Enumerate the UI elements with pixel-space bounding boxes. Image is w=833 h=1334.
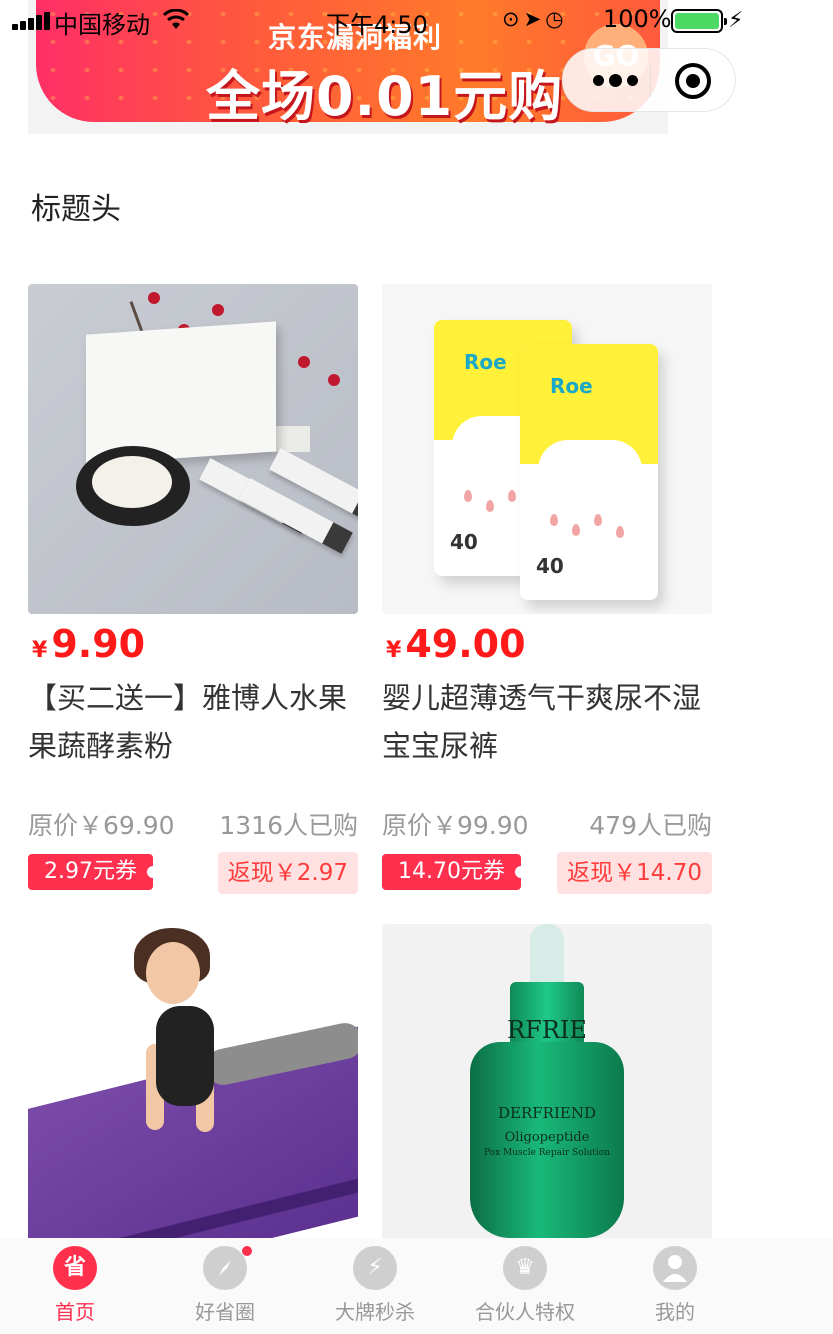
signal-icon — [12, 12, 50, 30]
diaper-image: Roe 40 Roe 40 — [382, 284, 712, 614]
crown-icon: ♛ — [503, 1246, 547, 1290]
notification-dot — [242, 1246, 252, 1256]
section-title: 标题头 — [31, 192, 121, 227]
serum-image: RFRIE DERFRIEND Oligopeptide Pox Muscle … — [382, 924, 712, 1254]
cashback-badge: 返现￥14.70 — [557, 852, 712, 894]
coupon-badge[interactable]: 14.70元券 — [382, 854, 527, 890]
price: ¥49.00 — [386, 622, 526, 666]
coupon-badge[interactable]: 2.97元券 — [28, 854, 159, 890]
carrier-label: 中国移动 — [54, 11, 150, 39]
alarm-clock-icon: ⚡ — [353, 1246, 397, 1290]
sold-count: 1316人已购 — [219, 811, 358, 840]
tab-mine[interactable]: 我的 — [600, 1238, 750, 1334]
sold-count: 479人已购 — [589, 811, 712, 840]
yoga-mat-image — [28, 924, 358, 1254]
battery-icon — [671, 9, 727, 33]
person-icon — [653, 1246, 697, 1290]
status-bar: 中国移动 下午4:50 ⊙➤◷ 100% ⚡ — [0, 0, 833, 40]
tab-label: 合伙人特权 — [475, 1300, 575, 1324]
clock-time: 下午4:50 — [326, 11, 428, 39]
miniprogram-capsule — [562, 48, 736, 112]
tab-label: 大牌秒杀 — [335, 1300, 415, 1324]
tab-label: 好省圈 — [195, 1300, 255, 1324]
product-title: 【买二送一】雅博人水果果蔬酵素粉 — [28, 681, 348, 763]
status-icons: ⊙➤◷ — [502, 7, 568, 31]
charging-icon: ⚡ — [728, 8, 744, 33]
tab-label: 首页 — [55, 1300, 95, 1324]
cashback-badge: 返现￥2.97 — [217, 852, 358, 894]
more-options-icon[interactable] — [581, 49, 649, 113]
enzyme-powder-image — [28, 284, 358, 614]
close-miniprogram-icon[interactable] — [675, 63, 711, 99]
tab-label: 我的 — [655, 1300, 695, 1324]
tab-circle[interactable]: 好省圈 — [150, 1238, 300, 1334]
price: ¥9.90 — [32, 622, 146, 666]
compass-icon — [203, 1246, 247, 1290]
tab-flash-sale[interactable]: ⚡ 大牌秒杀 — [300, 1238, 450, 1334]
location-icon: ➤ — [523, 7, 546, 31]
original-price: 原价￥99.90 — [382, 811, 529, 840]
banner-headline: 全场0.01元购 — [206, 65, 564, 128]
battery-percentage: 100% — [603, 5, 672, 33]
home-save-icon: 省 — [53, 1246, 97, 1290]
rotation-lock-icon: ⊙ — [502, 7, 524, 31]
original-price: 原价￥69.90 — [28, 811, 175, 840]
tab-bar: 省 首页 好省圈 ⚡ 大牌秒杀 ♛ 合伙人特权 我的 — [0, 1238, 833, 1334]
alarm-icon: ◷ — [545, 7, 568, 31]
wifi-icon — [162, 8, 190, 37]
product-title: 婴儿超薄透气干爽尿不湿宝宝尿裤 — [382, 681, 702, 763]
tab-partner[interactable]: ♛ 合伙人特权 — [450, 1238, 600, 1334]
capsule-divider — [650, 65, 651, 97]
tab-home[interactable]: 省 首页 — [0, 1238, 150, 1334]
